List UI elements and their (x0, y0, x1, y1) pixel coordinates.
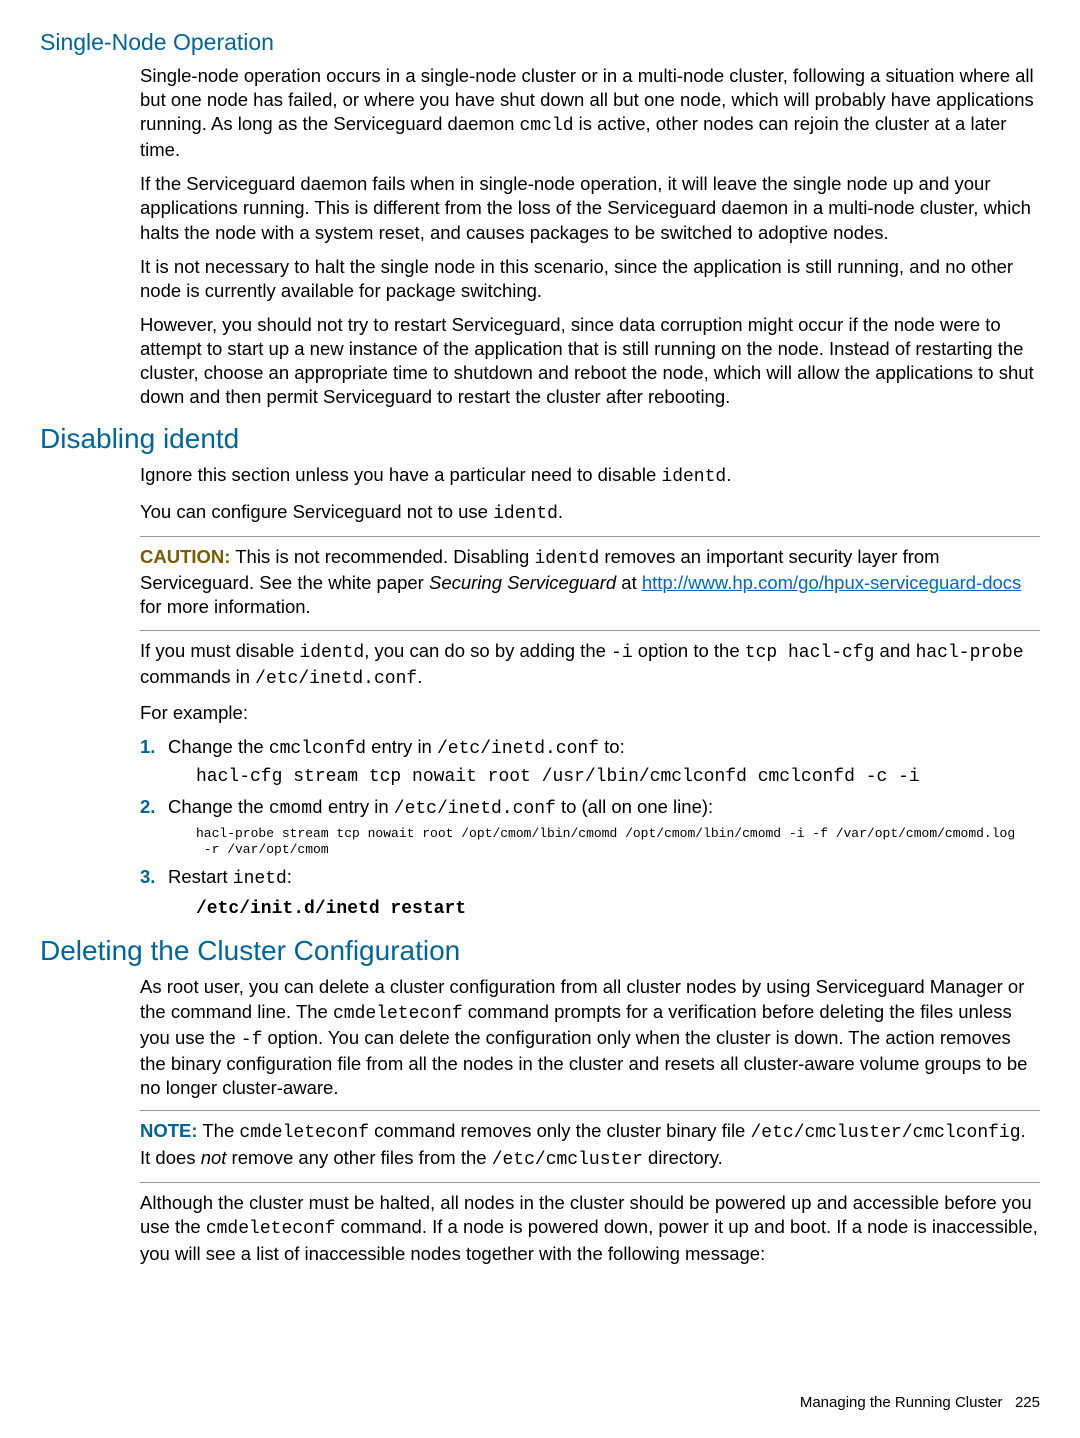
text: command removes only the cluster binary … (369, 1120, 750, 1141)
italic-not: not (201, 1147, 227, 1168)
s2-p1: Ignore this section unless you have a pa… (140, 463, 1040, 489)
code-block-bold: /etc/init.d/inetd restart (196, 898, 1040, 921)
code: -f (241, 1030, 263, 1050)
s1-p4: However, you should not try to restart S… (140, 313, 1040, 409)
step-number: 1. (140, 735, 155, 759)
text: Change the (168, 736, 269, 757)
code: hacl-probe (916, 643, 1024, 663)
text: This is not recommended. Disabling (230, 546, 534, 567)
code-identd: identd (493, 504, 558, 524)
step-number: 3. (140, 865, 155, 889)
step-2: 2. Change the cmomd entry in /etc/inetd.… (140, 795, 1040, 859)
page-number: 225 (1015, 1394, 1040, 1411)
section-delete-body: As root user, you can delete a cluster c… (140, 975, 1040, 1265)
text: at (616, 572, 642, 593)
code-identd: identd (661, 467, 726, 487)
text: entry in (323, 796, 394, 817)
code: /etc/inetd.conf (255, 669, 417, 689)
code: /etc/cmcluster/cmclconfig (750, 1123, 1020, 1143)
text: Change the (168, 796, 269, 817)
text: option. You can delete the configuration… (140, 1027, 1027, 1098)
s1-p2: If the Serviceguard daemon fails when in… (140, 172, 1040, 244)
text: to: (599, 736, 625, 757)
footer-text: Managing the Running Cluster (800, 1394, 1003, 1411)
italic-title: Securing Serviceguard (429, 572, 616, 593)
code-cmcld: cmcld (520, 116, 574, 136)
heading-deleting-cluster: Deleting the Cluster Configuration (40, 933, 1040, 969)
text: The (198, 1120, 240, 1141)
text: . (726, 464, 731, 485)
note-label: NOTE: (140, 1120, 198, 1141)
step-1: 1. Change the cmclconfd entry in /etc/in… (140, 735, 1040, 789)
text: You can configure Serviceguard not to us… (140, 501, 493, 522)
caution-block: CAUTION: This is not recommended. Disabl… (140, 545, 1040, 619)
text: for more information. (140, 596, 311, 617)
code-block: hacl-probe stream tcp nowait root /opt/c… (196, 826, 1040, 860)
code: cmdeleteconf (206, 1219, 336, 1239)
text: and (874, 640, 915, 661)
text: directory. (643, 1147, 723, 1168)
code: cmomd (269, 799, 323, 819)
s3-p1: As root user, you can delete a cluster c… (140, 975, 1040, 1100)
divider (140, 1182, 1040, 1183)
step-number: 2. (140, 795, 155, 819)
code: /etc/inetd.conf (437, 739, 599, 759)
code-block: hacl-cfg stream tcp nowait root /usr/lbi… (196, 766, 1040, 789)
page-root: Single-Node Operation Single-node operat… (0, 0, 1080, 1438)
text: commands in (140, 666, 255, 687)
section-single-node-body: Single-node operation occurs in a single… (140, 64, 1040, 409)
heading-single-node: Single-Node Operation (40, 28, 1040, 58)
s2-p2: You can configure Serviceguard not to us… (140, 500, 1040, 526)
text: If you must disable (140, 640, 299, 661)
text: Ignore this section unless you have a pa… (140, 464, 661, 485)
s1-p1: Single-node operation occurs in a single… (140, 64, 1040, 163)
code: tcp hacl-cfg (745, 643, 875, 663)
text: . (417, 666, 422, 687)
text: to (all on one line): (556, 796, 713, 817)
step-3: 3. Restart inetd: /etc/init.d/inetd rest… (140, 865, 1040, 921)
text: : (287, 866, 292, 887)
text: option to the (633, 640, 745, 661)
section-identd-body: Ignore this section unless you have a pa… (140, 463, 1040, 921)
code: cmdeleteconf (239, 1123, 369, 1143)
s2-p4: For example: (140, 701, 1040, 725)
divider (140, 630, 1040, 631)
page-footer: Managing the Running Cluster 225 (800, 1393, 1040, 1413)
text: Restart (168, 866, 233, 887)
steps-list: 1. Change the cmclconfd entry in /etc/in… (140, 735, 1040, 921)
code: -i (611, 643, 633, 663)
text: entry in (366, 736, 437, 757)
s2-p3: If you must disable identd, you can do s… (140, 639, 1040, 692)
text: remove any other files from the (226, 1147, 491, 1168)
code: cmdeleteconf (333, 1004, 463, 1024)
code: /etc/inetd.conf (394, 799, 556, 819)
code: inetd (233, 869, 287, 889)
caution-label: CAUTION: (140, 546, 230, 567)
code-identd: identd (534, 549, 599, 569)
divider (140, 536, 1040, 537)
code: cmclconfd (269, 739, 366, 759)
s3-p2: Although the cluster must be halted, all… (140, 1191, 1040, 1265)
divider (140, 1110, 1040, 1111)
link-hp-docs[interactable]: http://www.hp.com/go/hpux-serviceguard-d… (642, 572, 1021, 593)
s1-p3: It is not necessary to halt the single n… (140, 255, 1040, 303)
code: /etc/cmcluster (492, 1150, 643, 1170)
text: , you can do so by adding the (364, 640, 611, 661)
code: identd (299, 643, 364, 663)
heading-disabling-identd: Disabling identd (40, 421, 1040, 457)
text: . (558, 501, 563, 522)
note-block: NOTE: The cmdeleteconf command removes o… (140, 1119, 1040, 1172)
